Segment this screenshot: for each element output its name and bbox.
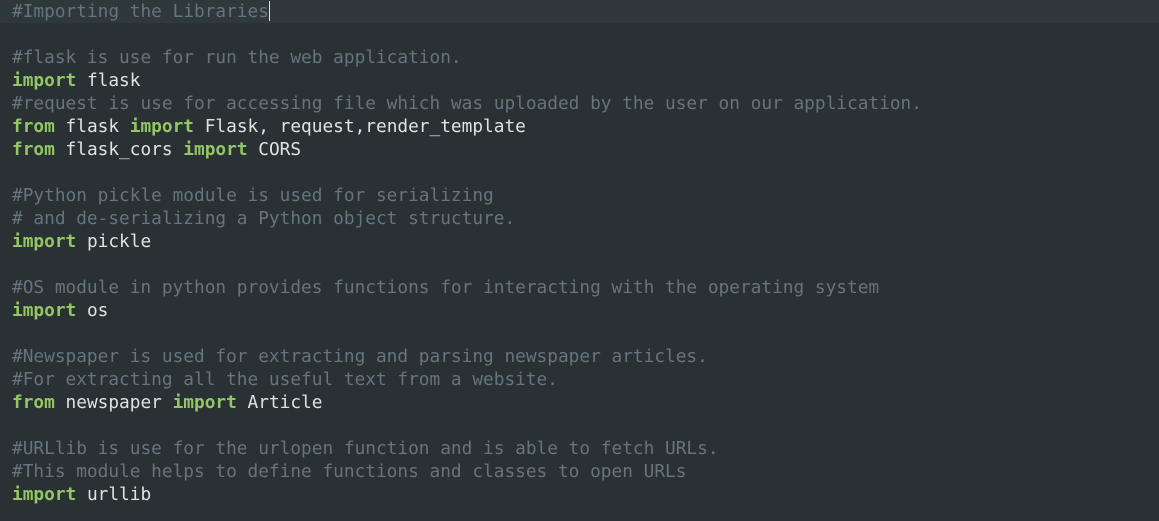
keyword-import: import <box>12 484 77 505</box>
code-text: newspaper <box>54 392 173 413</box>
keyword-import: import <box>12 300 77 321</box>
code-line-4[interactable]: import flask <box>0 69 1159 92</box>
code-line-13[interactable]: #OS module in python provides functions … <box>0 276 1159 299</box>
code-text: Article <box>236 392 323 413</box>
code-line-19[interactable] <box>0 414 1159 437</box>
keyword-import: import <box>172 392 237 413</box>
code-area[interactable]: #Importing the Libraries #flask is use f… <box>0 0 1159 506</box>
code-line-15[interactable] <box>0 322 1159 345</box>
code-line-22[interactable]: import urllib <box>0 483 1159 506</box>
text-caret <box>268 1 270 21</box>
comment-text: #Newspaper is used for extracting and pa… <box>12 346 708 367</box>
code-line-3[interactable]: #flask is use for run the web applicatio… <box>0 46 1159 69</box>
keyword-from: from <box>12 392 55 413</box>
keyword-import: import <box>183 139 248 160</box>
code-line-14[interactable]: import os <box>0 299 1159 322</box>
code-text: flask_cors <box>54 139 184 160</box>
code-text: flask <box>76 70 141 91</box>
keyword-from: from <box>12 139 55 160</box>
code-line-21[interactable]: #This module helps to define functions a… <box>0 460 1159 483</box>
keyword-import: import <box>12 70 77 91</box>
comment-text: #This module helps to define functions a… <box>12 461 687 482</box>
comment-text: #For extracting all the useful text from… <box>12 369 558 390</box>
comment-text: #request is use for accessing file which… <box>12 93 922 114</box>
code-line-20[interactable]: #URLlib is use for the urlopen function … <box>0 437 1159 460</box>
code-line-1[interactable]: #Importing the Libraries <box>0 0 1159 23</box>
code-line-2[interactable] <box>0 23 1159 46</box>
comment-text: #Python pickle module is used for serial… <box>12 185 494 206</box>
code-text: urllib <box>76 484 152 505</box>
code-line-16[interactable]: #Newspaper is used for extracting and pa… <box>0 345 1159 368</box>
code-text: os <box>76 300 109 321</box>
comment-text: #Importing the Libraries <box>12 1 269 22</box>
code-line-18[interactable]: from newspaper import Article <box>0 391 1159 414</box>
comment-text: # and de-serializing a Python object str… <box>12 208 516 229</box>
code-text: flask <box>54 116 130 137</box>
code-text: CORS <box>247 139 302 160</box>
keyword-import: import <box>12 231 77 252</box>
keyword-from: from <box>12 116 55 137</box>
keyword-import: import <box>129 116 194 137</box>
code-line-5[interactable]: #request is use for accessing file which… <box>0 92 1159 115</box>
code-text: pickle <box>76 231 152 252</box>
code-line-10[interactable]: # and de-serializing a Python object str… <box>0 207 1159 230</box>
code-line-11[interactable]: import pickle <box>0 230 1159 253</box>
code-line-7[interactable]: from flask_cors import CORS <box>0 138 1159 161</box>
comment-text: #URLlib is use for the urlopen function … <box>12 438 719 459</box>
code-line-17[interactable]: #For extracting all the useful text from… <box>0 368 1159 391</box>
code-editor[interactable]: #Importing the Libraries #flask is use f… <box>0 0 1159 521</box>
code-line-6[interactable]: from flask import Flask, request,render_… <box>0 115 1159 138</box>
code-text: Flask, request,render_template <box>194 116 526 137</box>
code-line-9[interactable]: #Python pickle module is used for serial… <box>0 184 1159 207</box>
comment-text: #OS module in python provides functions … <box>12 277 880 298</box>
code-line-12[interactable] <box>0 253 1159 276</box>
comment-text: #flask is use for run the web applicatio… <box>12 47 462 68</box>
code-line-8[interactable] <box>0 161 1159 184</box>
